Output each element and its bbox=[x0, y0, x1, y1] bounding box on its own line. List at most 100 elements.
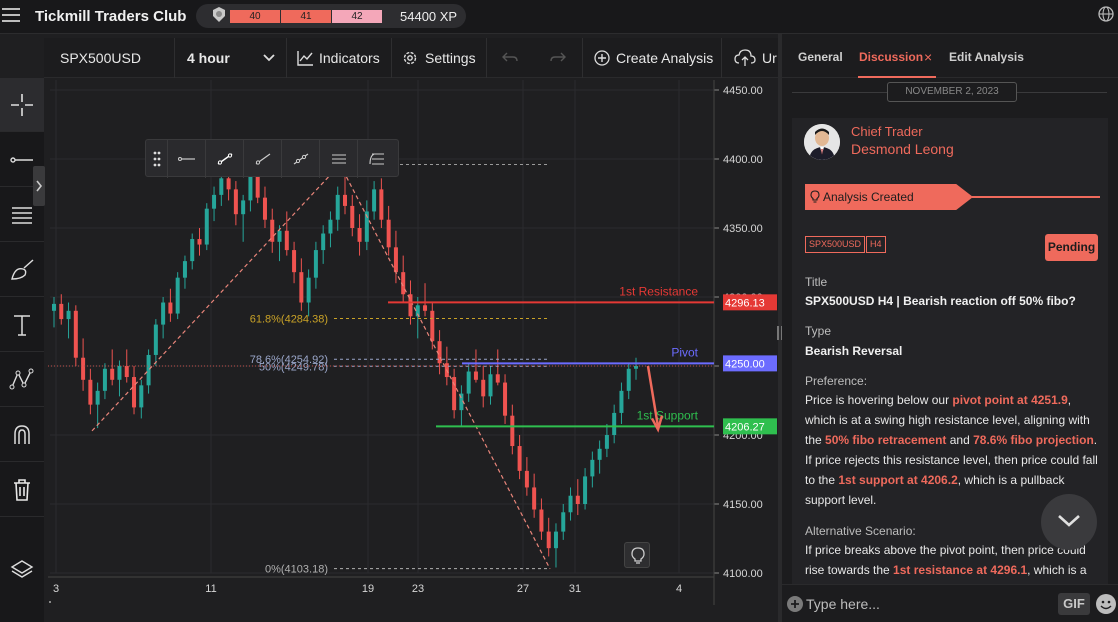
y-tick-label: 4100.00 bbox=[723, 568, 763, 580]
brush-icon bbox=[11, 258, 34, 280]
candle-body bbox=[524, 470, 529, 488]
channel-icon bbox=[12, 206, 32, 224]
tab-discussion[interactable]: Discussion bbox=[859, 50, 923, 64]
trash-icon bbox=[14, 478, 30, 501]
tab-edit-analysis[interactable]: Edit Analysis bbox=[949, 50, 1024, 64]
emoji-icon[interactable] bbox=[1096, 594, 1116, 614]
candle-body bbox=[175, 277, 180, 314]
candle-body bbox=[73, 310, 78, 358]
key-level-name: Pivot bbox=[671, 345, 698, 359]
author-name[interactable]: Desmond Leong bbox=[851, 141, 954, 157]
trend-line-icon[interactable] bbox=[206, 140, 244, 178]
pattern-icon bbox=[9, 368, 34, 389]
pattern-tool[interactable] bbox=[0, 353, 44, 407]
undo-icon[interactable] bbox=[502, 51, 518, 65]
create-analysis-button[interactable]: Create Analysis bbox=[616, 38, 713, 78]
candle-body bbox=[343, 194, 347, 206]
candle-body bbox=[81, 357, 86, 380]
brush-tool[interactable] bbox=[0, 243, 44, 297]
expand-tools-handle[interactable] bbox=[33, 166, 45, 206]
candle-body bbox=[575, 495, 580, 504]
extended-line-icon[interactable] bbox=[282, 140, 320, 178]
candle-body bbox=[226, 178, 231, 190]
preference-label: Preference: bbox=[805, 374, 868, 388]
y-tick-label: 4150.00 bbox=[723, 499, 763, 511]
ideas-bulb-button[interactable] bbox=[624, 542, 650, 568]
interval-selector[interactable]: 4 hour bbox=[187, 38, 230, 78]
candle-body bbox=[313, 250, 318, 278]
author-role: Chief Trader bbox=[851, 124, 923, 139]
indicators-button[interactable]: Indicators bbox=[319, 38, 380, 78]
candle-body bbox=[532, 487, 537, 510]
close-tab-icon[interactable]: × bbox=[924, 49, 932, 65]
chevron-right-icon bbox=[36, 180, 43, 192]
hamburger-menu-icon[interactable] bbox=[2, 8, 20, 24]
candle-body bbox=[182, 261, 187, 278]
magnet-icon bbox=[14, 424, 30, 444]
xp-level-42: 42 bbox=[332, 10, 382, 23]
candle-body bbox=[153, 324, 158, 355]
candle-body bbox=[321, 233, 326, 251]
candle-body bbox=[241, 200, 246, 215]
candle-body bbox=[292, 250, 297, 273]
horizontal-line-icon bbox=[10, 156, 33, 163]
candle-body bbox=[510, 415, 515, 447]
trader-avatar-icon bbox=[804, 124, 840, 160]
horizontal-ray-icon[interactable] bbox=[168, 140, 206, 178]
candle-body bbox=[590, 459, 595, 477]
message-composer: GIF bbox=[782, 584, 1118, 622]
x-tick-label: 4 bbox=[676, 583, 682, 595]
symbol-selector[interactable]: SPX500USD bbox=[60, 38, 141, 78]
candle-body bbox=[219, 178, 224, 195]
candle-body bbox=[481, 379, 486, 397]
preference-text: Price is hovering below our pivot point … bbox=[805, 393, 1098, 507]
candle-body bbox=[553, 531, 558, 549]
add-attachment-icon[interactable] bbox=[787, 596, 803, 612]
crosshair-tool[interactable] bbox=[0, 78, 44, 132]
message-input[interactable] bbox=[806, 593, 1046, 615]
candle-body bbox=[619, 390, 624, 413]
x-tick-label: 27 bbox=[517, 583, 529, 595]
candle-body bbox=[52, 303, 56, 311]
settings-button[interactable]: Settings bbox=[425, 38, 476, 78]
title-label: Title bbox=[805, 275, 828, 289]
candle-body bbox=[517, 446, 522, 471]
candle-body bbox=[612, 412, 617, 435]
delete-tool[interactable] bbox=[0, 463, 44, 517]
gear-icon[interactable] bbox=[402, 50, 418, 66]
candle-body bbox=[168, 302, 173, 314]
avatar bbox=[804, 124, 840, 160]
drag-handle-icon[interactable] bbox=[146, 140, 168, 178]
parallel-channel-icon[interactable] bbox=[320, 140, 358, 178]
cloud-upload-icon[interactable] bbox=[734, 49, 756, 67]
ray-icon[interactable] bbox=[244, 140, 282, 178]
candle-body bbox=[233, 189, 238, 215]
candle-body bbox=[488, 374, 493, 397]
candle-body bbox=[88, 379, 93, 405]
text-tool[interactable] bbox=[0, 298, 44, 352]
crosshair-icon bbox=[11, 93, 33, 116]
fib-retracement-icon[interactable] bbox=[358, 140, 396, 178]
key-level-name: 1st Resistance bbox=[619, 284, 698, 298]
x-tick-label: 31 bbox=[569, 583, 581, 595]
chevron-down-icon[interactable] bbox=[263, 53, 275, 63]
candle-body bbox=[393, 247, 398, 273]
gif-button[interactable]: GIF bbox=[1058, 593, 1090, 615]
redo-icon[interactable] bbox=[550, 51, 566, 65]
plus-circle-icon[interactable] bbox=[594, 50, 610, 66]
candle-body bbox=[604, 435, 609, 449]
scroll-down-button[interactable] bbox=[1041, 494, 1097, 550]
candle-body bbox=[626, 368, 631, 391]
x-tick-label: 3 bbox=[53, 583, 59, 595]
tab-general[interactable]: General bbox=[798, 50, 843, 64]
candle-body bbox=[546, 531, 551, 549]
type-value: Bearish Reversal bbox=[805, 344, 903, 358]
candle-body bbox=[95, 390, 100, 405]
magnet-tool[interactable] bbox=[0, 408, 44, 462]
layers-tool[interactable] bbox=[0, 543, 44, 597]
candle-body bbox=[539, 509, 544, 532]
globe-icon[interactable] bbox=[1098, 6, 1114, 22]
indicators-icon[interactable] bbox=[297, 50, 314, 66]
upload-button[interactable]: Ur bbox=[762, 38, 777, 78]
status-badge: Pending bbox=[1045, 234, 1098, 261]
